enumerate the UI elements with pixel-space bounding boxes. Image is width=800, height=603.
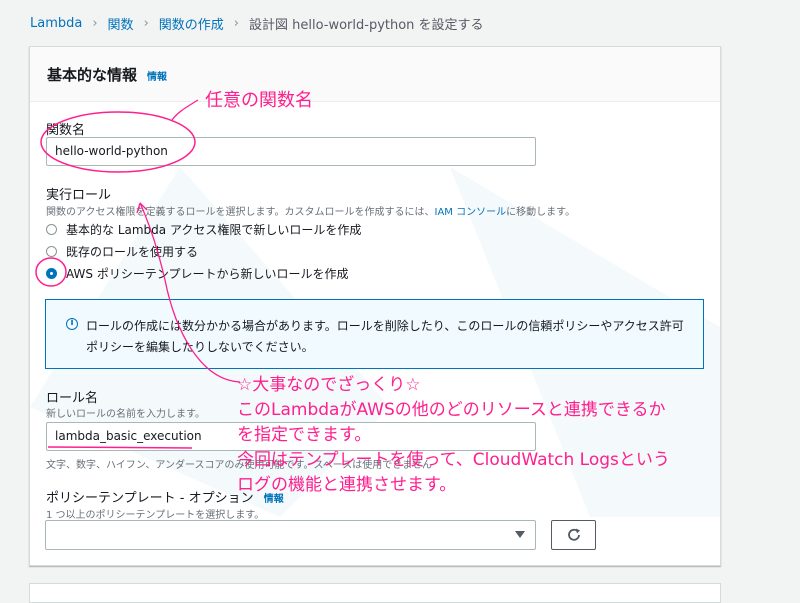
panel-header: 基本的な情報 情報 [30, 47, 720, 102]
role-option-existing-label: 既存のロールを使用する [66, 245, 199, 259]
execution-role-description: 関数のアクセス権限を定義するロールを選択します。カスタムロールを作成するには、I… [46, 203, 575, 218]
role-name-label: ロール名 [46, 391, 99, 406]
execution-role-desc-tail: に移動します。 [506, 207, 576, 218]
info-alert: i ロールの作成には数分かかる場合があります。ロールを削除したり、このロールの信… [45, 299, 704, 369]
breadcrumb-create-function[interactable]: 関数の作成 [159, 14, 224, 33]
info-link[interactable]: 情報 [147, 68, 167, 83]
breadcrumb-functions[interactable]: 関数 [108, 14, 134, 33]
execution-role-label: 実行ロール [46, 188, 112, 203]
role-name-hint: 文字、数字、ハイフン、アンダースコアのみ使用可能です。スペースは使用できません [46, 460, 432, 471]
info-alert-text: ロールの作成には数分かかる場合があります。ロールを削除したり、このロールの信頼ポ… [86, 319, 684, 354]
role-option-existing[interactable]: 既存のロールを使用する [46, 243, 198, 260]
role-option-basic[interactable]: 基本的な Lambda アクセス権限で新しいロールを作成 [46, 221, 361, 238]
policy-info-link[interactable]: 情報 [264, 494, 284, 505]
chevron-right-icon: › [92, 16, 98, 31]
policy-templates-label-text: ポリシーテンプレート - オプション [46, 491, 254, 506]
execution-role-desc-text: 関数のアクセス権限を定義するロールを選択します。カスタムロールを作成するには、 [46, 207, 435, 218]
function-name-input[interactable]: hello-world-python [46, 137, 536, 166]
chevron-right-icon: › [143, 16, 149, 31]
iam-console-link[interactable]: IAM コンソール [435, 207, 507, 218]
caret-down-icon [515, 531, 525, 538]
role-name-description: 新しいロールの名前を入力します。 [46, 409, 205, 420]
panel-title: 基本的な情報 [47, 65, 138, 84]
next-panel [29, 583, 721, 603]
info-circle-icon: i [66, 318, 78, 330]
policy-templates-select[interactable] [45, 520, 536, 550]
refresh-icon [568, 528, 580, 541]
role-option-policy-template-label: AWS ポリシーテンプレートから新しいロールを作成 [66, 267, 349, 281]
breadcrumb: Lambda › 関数 › 関数の作成 › 設計図 hello-world-py… [30, 14, 484, 33]
policy-templates-label: ポリシーテンプレート - オプション 情報 [46, 487, 284, 506]
breadcrumb-current: 設計図 hello-world-python を設定する [248, 18, 484, 33]
radio-button[interactable] [46, 246, 57, 257]
chevron-right-icon: › [233, 16, 239, 31]
role-option-basic-label: 基本的な Lambda アクセス権限で新しいロールを作成 [66, 223, 362, 237]
role-option-policy-template[interactable]: AWS ポリシーテンプレートから新しいロールを作成 [46, 265, 349, 282]
function-name-label: 関数名 [46, 123, 86, 138]
basic-info-panel: 基本的な情報 情報 関数名 hello-world-python 実行ロール 関… [29, 46, 721, 566]
radio-button[interactable] [46, 224, 57, 235]
radio-button-selected[interactable] [46, 268, 57, 279]
policy-templates-description: 1 つ以上のポリシーテンプレートを選択します。 [46, 510, 265, 521]
refresh-button[interactable] [551, 520, 596, 550]
breadcrumb-lambda[interactable]: Lambda [30, 16, 82, 31]
role-name-input[interactable]: lambda_basic_execution [46, 422, 536, 451]
